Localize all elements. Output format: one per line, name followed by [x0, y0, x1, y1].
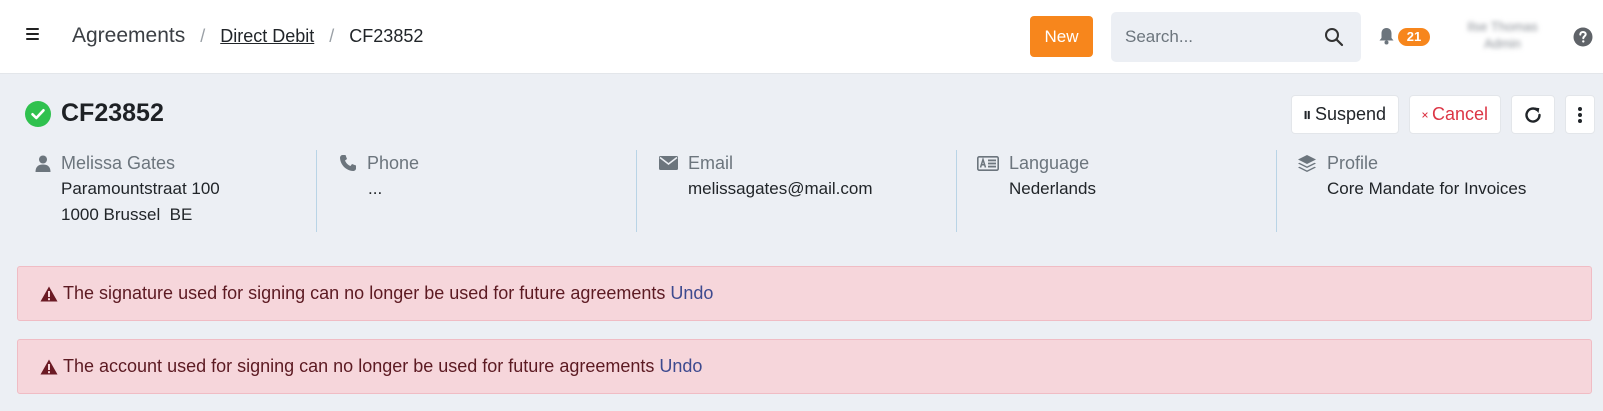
- search-box: [1111, 12, 1361, 62]
- warning-icon: [40, 359, 58, 374]
- breadcrumb-root: Agreements: [72, 24, 186, 47]
- language-icon: [977, 155, 999, 171]
- suspend-button[interactable]: Suspend: [1291, 95, 1399, 134]
- layers-icon: [1298, 154, 1316, 172]
- new-button[interactable]: New: [1030, 16, 1093, 57]
- email-section: Email melissagates@mail.com: [636, 150, 956, 232]
- alert-signature-revoked: The signature used for signing can no lo…: [17, 266, 1592, 321]
- alert-message: The account used for signing can no long…: [63, 356, 655, 376]
- user-role: Admin: [1484, 36, 1521, 51]
- user-menu[interactable]: Ilse Thomas Admin: [1455, 18, 1550, 56]
- top-navigation-bar: Agreements / Direct Debit / CF23852 New …: [0, 0, 1603, 74]
- phone-icon: [340, 155, 356, 171]
- notification-count-badge: 21: [1398, 28, 1430, 46]
- breadcrumb: Agreements / Direct Debit / CF23852: [72, 24, 423, 48]
- help-icon[interactable]: [1573, 27, 1593, 47]
- profile-section: Profile Core Mandate for Invoices: [1276, 150, 1596, 232]
- language-label: Language: [1009, 152, 1090, 173]
- alert-message: The signature used for signing can no lo…: [63, 283, 666, 303]
- page-title: CF23852: [61, 99, 164, 127]
- bell-icon[interactable]: [1378, 27, 1395, 45]
- breadcrumb-separator: /: [329, 26, 335, 46]
- refresh-icon: [1525, 106, 1541, 123]
- warning-icon: [40, 286, 58, 301]
- profile-value: Core Mandate for Invoices: [1327, 179, 1527, 198]
- agreement-info-bar: Melissa Gates Paramountstraat 100 1000 B…: [0, 150, 1603, 232]
- close-icon: [1422, 111, 1428, 118]
- envelope-icon: [659, 156, 678, 170]
- language-value: Nederlands: [1009, 179, 1096, 198]
- search-input[interactable]: [1125, 24, 1315, 50]
- undo-link[interactable]: Undo: [670, 283, 713, 304]
- refresh-button[interactable]: [1511, 95, 1555, 134]
- user-icon: [35, 155, 51, 172]
- email-value: melissagates@mail.com: [688, 179, 873, 198]
- profile-label: Profile: [1327, 152, 1379, 173]
- suspend-label: Suspend: [1314, 104, 1386, 124]
- user-name: Ilse Thomas: [1467, 19, 1538, 34]
- more-options-button[interactable]: [1565, 95, 1595, 134]
- pause-icon: [1304, 110, 1310, 119]
- check-circle-icon: [25, 100, 51, 127]
- phone-label: Phone: [367, 152, 420, 173]
- phone-section: Phone ...: [316, 150, 636, 232]
- email-label: Email: [688, 152, 734, 173]
- action-toolbar: Suspend Cancel: [1291, 95, 1595, 134]
- address-line-1: Paramountstraat 100: [61, 179, 220, 198]
- address-line-2: 1000 Brussel BE: [61, 205, 193, 224]
- vertical-dots-icon: [1578, 106, 1582, 123]
- cancel-label: Cancel: [1431, 104, 1488, 124]
- undo-link[interactable]: Undo: [659, 356, 702, 377]
- language-section: Language Nederlands: [956, 150, 1276, 232]
- breadcrumb-separator: /: [200, 26, 206, 46]
- phone-value: ...: [368, 179, 383, 198]
- breadcrumb-link-direct-debit[interactable]: Direct Debit: [220, 26, 314, 47]
- breadcrumb-current: CF23852: [349, 26, 424, 46]
- contact-section: Melissa Gates Paramountstraat 100 1000 B…: [35, 150, 315, 232]
- search-icon[interactable]: [1324, 27, 1344, 47]
- alert-account-revoked: The account used for signing can no long…: [17, 339, 1592, 394]
- cancel-button[interactable]: Cancel: [1409, 95, 1501, 134]
- hamburger-menu-icon[interactable]: [26, 28, 40, 42]
- contact-name: Melissa Gates: [61, 152, 176, 173]
- agreement-header: CF23852: [25, 99, 164, 128]
